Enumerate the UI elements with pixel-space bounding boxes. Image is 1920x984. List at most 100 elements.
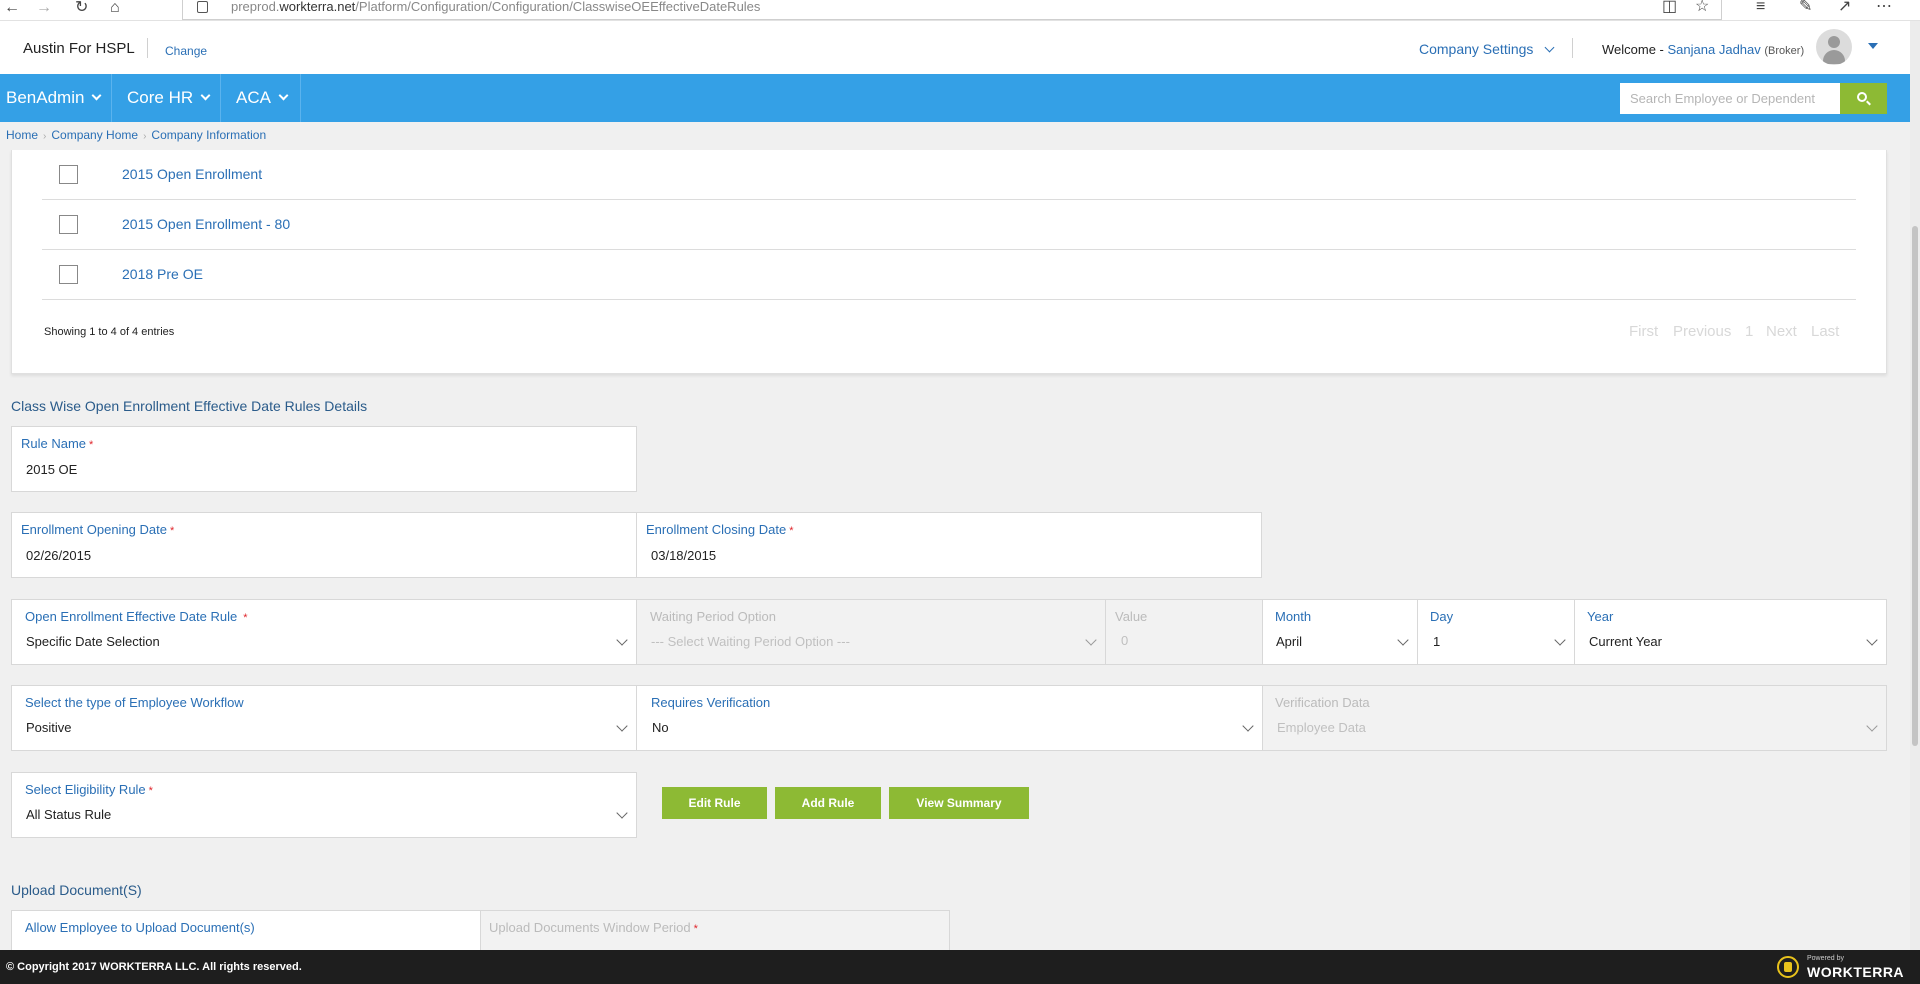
month-label: Month — [1275, 609, 1312, 624]
closing-date-label: Enrollment Closing Date — [646, 522, 787, 537]
row-checkbox[interactable] — [59, 165, 78, 184]
nav-benadmin[interactable]: BenAdmin — [6, 74, 102, 122]
year-label: Year — [1587, 609, 1614, 624]
scrollbar-thumb[interactable] — [1912, 226, 1918, 746]
required-marker: * — [789, 525, 794, 537]
company-name: Austin For HSPL — [23, 40, 135, 57]
breadcrumb-company-home[interactable]: Company Home — [51, 128, 138, 142]
year-select[interactable]: Year Current Year — [1574, 599, 1887, 665]
details-section-title: Class Wise Open Enrollment Effective Dat… — [11, 398, 368, 414]
enrollment-link[interactable]: 2015 Open Enrollment - 80 — [122, 216, 290, 232]
view-summary-button[interactable]: View Summary — [889, 787, 1029, 819]
value-value: 0 — [1121, 633, 1129, 648]
powered-by-text: Powered by — [1807, 955, 1844, 962]
month-select[interactable]: Month April — [1262, 599, 1418, 665]
eligibility-rule-label: Select Eligibility Rule — [25, 782, 146, 797]
opening-date-label: Enrollment Opening Date — [21, 522, 167, 537]
browser-toolbar: ← → ↻ ⌂ preprod.workterra.net/Platform/C… — [0, 0, 1920, 21]
list-item: 2015 Open Enrollment - 80 — [42, 200, 1856, 250]
welcome-text: Welcome - Sanjana Jadhav (Broker) — [1602, 42, 1804, 57]
chevron-down-icon — [616, 720, 628, 732]
enrollment-opening-date-field[interactable]: Enrollment Opening Date * 02/26/2015 — [11, 512, 637, 578]
copyright-text: © Copyright 2017 WORKTERRA LLC. All righ… — [6, 961, 302, 973]
favorites-hub-icon[interactable]: ≡ — [1756, 0, 1765, 15]
enrollment-closing-date-field[interactable]: Enrollment Closing Date * 03/18/2015 — [636, 512, 1262, 578]
avatar[interactable] — [1816, 29, 1852, 65]
requires-verification-label: Requires Verification — [651, 695, 771, 710]
user-name[interactable]: Sanjana Jadhav — [1668, 42, 1761, 57]
chevron-down-icon — [616, 634, 628, 646]
more-options-icon[interactable]: ⋯ — [1876, 0, 1892, 15]
chevron-down-icon — [1554, 634, 1566, 646]
rule-name-label: Rule Name — [21, 436, 87, 451]
search-input[interactable] — [1620, 83, 1840, 114]
breadcrumb-home[interactable]: Home — [6, 128, 38, 142]
nav-aca[interactable]: ACA — [236, 74, 289, 122]
chevron-down-icon — [91, 90, 102, 101]
workflow-value: Positive — [26, 720, 72, 735]
breadcrumb-company-information[interactable]: Company Information — [151, 128, 266, 142]
pager-next[interactable]: Next — [1766, 323, 1797, 340]
pager-previous[interactable]: Previous — [1673, 323, 1731, 340]
pager-page-1[interactable]: 1 — [1745, 323, 1753, 340]
pager-last[interactable]: Last — [1811, 323, 1839, 340]
year-value: Current Year — [1589, 634, 1662, 649]
change-company-link[interactable]: Change — [165, 44, 207, 58]
header-divider — [1572, 38, 1573, 58]
required-marker: * — [169, 525, 175, 537]
back-arrow-icon[interactable]: ← — [4, 0, 20, 16]
effective-date-rule-select[interactable]: Open Enrollment Effective Date Rule * Spe… — [11, 599, 637, 665]
chevron-down-icon — [200, 90, 211, 101]
refresh-icon[interactable]: ↻ — [75, 0, 88, 16]
opening-date-value: 02/26/2015 — [26, 548, 92, 563]
effective-date-rule-label: Open Enrollment Effective Date Rule — [25, 609, 238, 624]
search-button[interactable] — [1840, 83, 1887, 114]
nav-benadmin-label: BenAdmin — [6, 88, 85, 107]
upload-section-title: Upload Document(S) — [11, 882, 142, 898]
edit-rule-button[interactable]: Edit Rule — [662, 787, 767, 819]
brand-name: WORKTERRA — [1807, 964, 1905, 980]
row-checkbox[interactable] — [59, 215, 78, 234]
page-scrollbar[interactable] — [1910, 21, 1920, 950]
header-divider — [147, 38, 148, 58]
effective-date-rule-value: Specific Date Selection — [26, 634, 160, 649]
requires-verification-select[interactable]: Requires Verification No — [636, 685, 1263, 751]
share-icon[interactable]: ↗ — [1838, 0, 1851, 15]
row-checkbox[interactable] — [59, 265, 78, 284]
pager-first[interactable]: First — [1629, 323, 1658, 340]
favorite-star-icon[interactable]: ☆ — [1695, 0, 1709, 15]
top-header: Austin For HSPL Change Company Settings … — [0, 21, 1910, 74]
day-select[interactable]: Day 1 — [1417, 599, 1575, 665]
reading-view-icon[interactable]: ◫ — [1662, 0, 1677, 15]
verification-data-label: Verification Data — [1275, 695, 1370, 710]
chevron-down-icon — [1866, 720, 1878, 732]
rule-name-field[interactable]: Rule Name * 2015 OE — [11, 426, 637, 492]
eligibility-rule-select[interactable]: Select Eligibility Rule * All Status Rule — [11, 772, 637, 838]
breadcrumb: Home › Company Home › Company Information — [6, 128, 267, 142]
nav-aca-label: ACA — [236, 88, 271, 107]
footer: © Copyright 2017 WORKTERRA LLC. All righ… — [0, 950, 1920, 984]
company-settings-menu[interactable]: Company Settings — [1419, 41, 1555, 57]
required-marker: * — [693, 923, 698, 935]
url-text: preprod.workterra.net/Platform/Configura… — [231, 0, 761, 14]
lock-icon — [197, 1, 208, 13]
home-icon[interactable]: ⌂ — [110, 0, 120, 16]
enrollment-link[interactable]: 2018 Pre OE — [122, 266, 203, 282]
add-rule-button[interactable]: Add Rule — [775, 787, 881, 819]
pen-icon[interactable]: ✎ — [1799, 0, 1812, 15]
chevron-down-icon — [1544, 42, 1555, 53]
workflow-label: Select the type of Employee Workflow — [25, 695, 244, 710]
employee-workflow-select[interactable]: Select the type of Employee Workflow Pos… — [11, 685, 637, 751]
nav-core-hr[interactable]: Core HR — [127, 74, 211, 122]
upload-window-period-label: Upload Documents Window Period — [489, 920, 691, 935]
closing-date-value: 03/18/2015 — [651, 548, 717, 563]
forward-arrow-icon[interactable]: → — [36, 0, 52, 16]
company-settings-label: Company Settings — [1419, 41, 1534, 57]
enrollment-link[interactable]: 2015 Open Enrollment — [122, 166, 262, 182]
user-menu-caret-icon[interactable] — [1868, 43, 1878, 49]
main-nav: BenAdmin Core HR ACA — [0, 74, 1910, 122]
address-bar[interactable]: preprod.workterra.net/Platform/Configura… — [182, 0, 1722, 20]
enrollment-list: 2015 Open Enrollment 2015 Open Enrollmen… — [11, 150, 1887, 374]
list-item: 2018 Pre OE — [42, 250, 1856, 300]
chevron-down-icon — [616, 807, 628, 819]
